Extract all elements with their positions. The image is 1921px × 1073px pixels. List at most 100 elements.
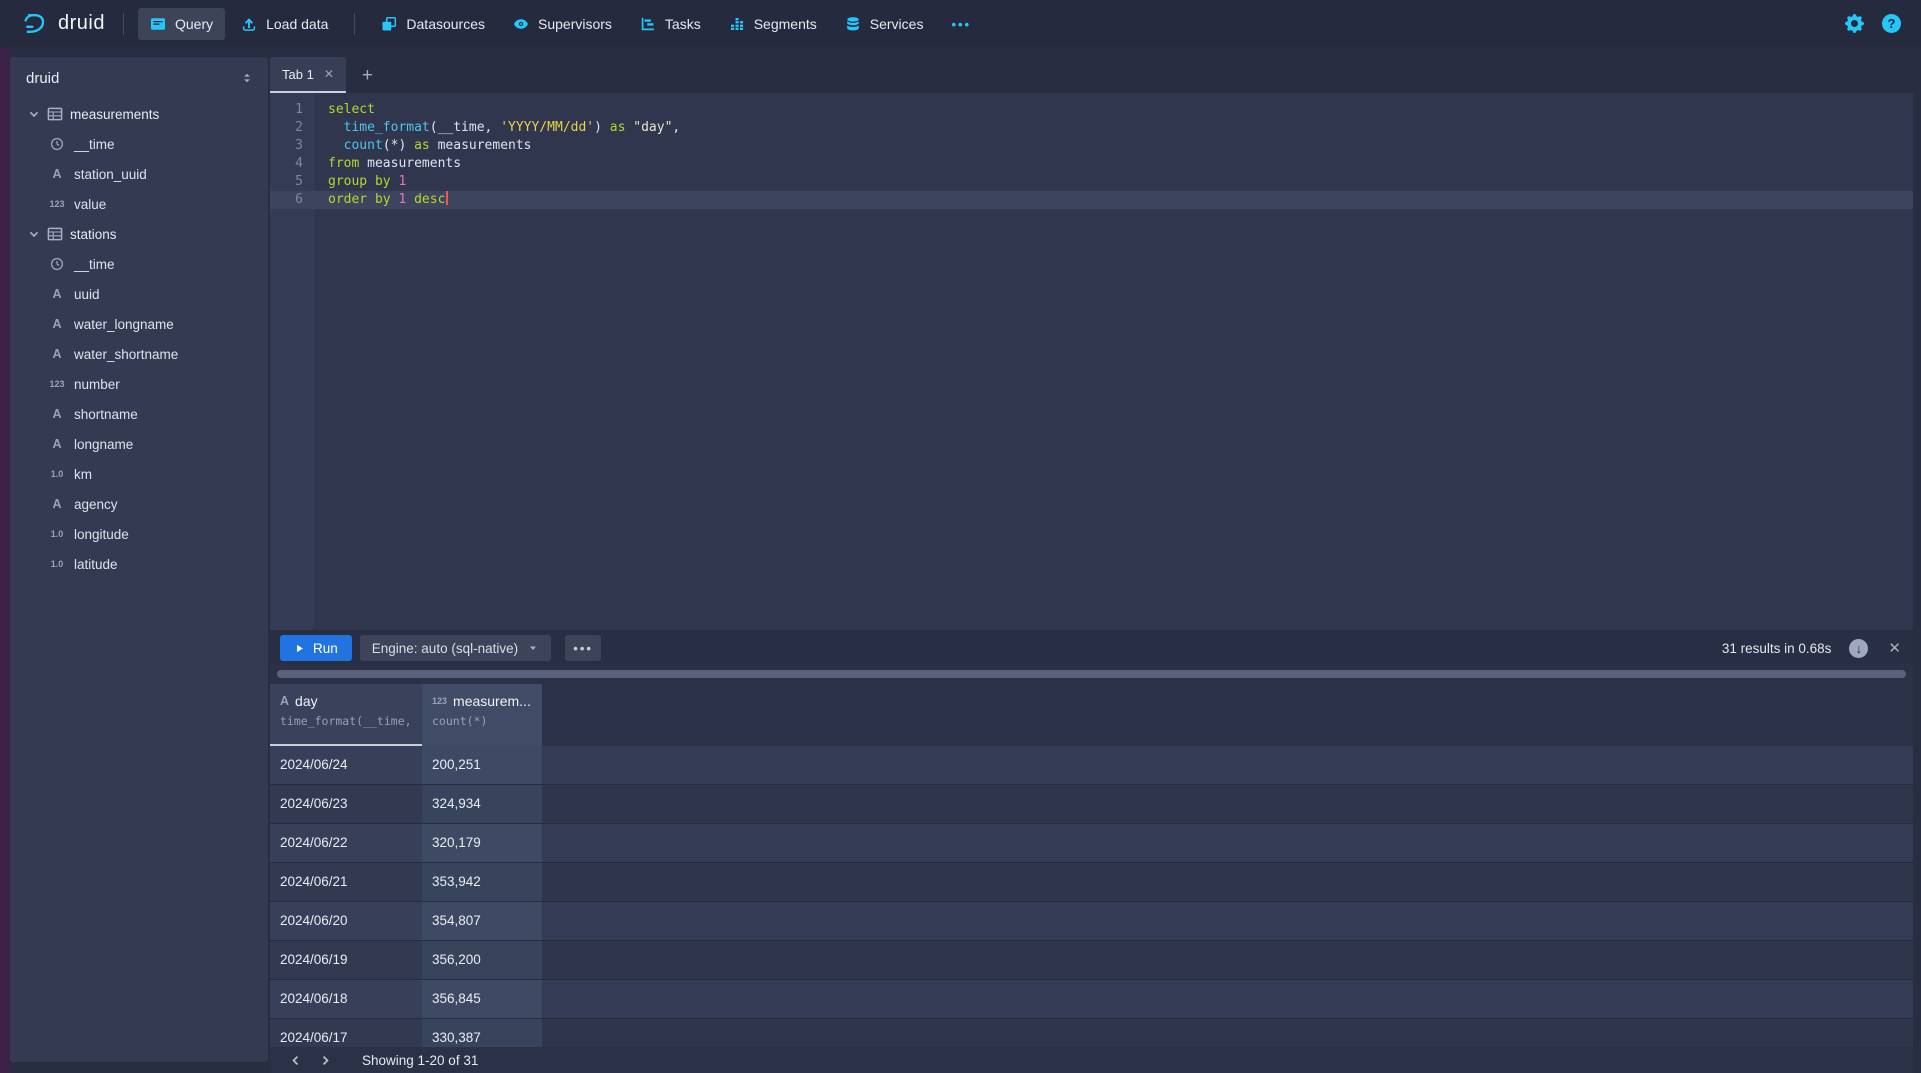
tab-query-1[interactable]: Tab 1 ✕ xyxy=(270,57,346,93)
segments-icon xyxy=(729,16,745,32)
navbar-items: Query Load data DatasourcesSupervisorsTask… xyxy=(111,8,985,40)
close-results-icon[interactable]: ✕ xyxy=(1888,639,1901,657)
cell-measurements: 354,807 xyxy=(422,902,542,940)
schema-sidebar: druid measurements__timeAstation_uuid123… xyxy=(10,57,268,1062)
download-icon[interactable]: ↓ xyxy=(1849,639,1868,658)
column-expression: time_format(__time, … xyxy=(280,714,412,728)
table-row[interactable]: 2024/06/18356,845 xyxy=(270,980,1913,1019)
schema-tree: measurements__timeAstation_uuid123values… xyxy=(10,99,268,579)
more-icon: ••• xyxy=(951,16,971,32)
column-name: value xyxy=(74,197,106,212)
table-row[interactable]: 2024/06/20354,807 xyxy=(270,902,1913,941)
sidebar-column-value[interactable]: 123value xyxy=(10,189,268,219)
column-header-2[interactable]: 123measurem...count(*) xyxy=(422,684,542,746)
text-cursor xyxy=(446,191,448,205)
sql-editor[interactable]: 123456 select time_format(__time, 'YYYY/… xyxy=(270,93,1913,630)
brand[interactable]: druid xyxy=(16,10,111,37)
column-name: station_uuid xyxy=(74,167,147,182)
next-page-button[interactable] xyxy=(310,1054,340,1067)
table-row[interactable]: 2024/06/23324,934 xyxy=(270,785,1913,824)
column-name: Aday xyxy=(280,693,412,709)
nav-item-label: Query xyxy=(175,16,213,32)
table-icon xyxy=(47,226,63,242)
schema-header: druid xyxy=(10,57,268,99)
add-tab-button[interactable]: + xyxy=(362,66,373,93)
tab-close-icon[interactable]: ✕ xyxy=(324,67,334,81)
sidebar-column-water_shortname[interactable]: Awater_shortname xyxy=(10,339,268,369)
string-type-icon: A xyxy=(44,347,70,361)
query-more-button[interactable]: ••• xyxy=(565,635,601,661)
nav-item-more[interactable]: ••• xyxy=(939,8,983,40)
nav-item-label: Load data xyxy=(266,16,328,32)
tab-bar: Tab 1 ✕ + xyxy=(270,57,1913,93)
sidebar-column-uuid[interactable]: Auuid xyxy=(10,279,268,309)
sidebar-column-number[interactable]: 123number xyxy=(10,369,268,399)
nav-item-services[interactable]: Services xyxy=(833,8,936,40)
table-row[interactable]: 2024/06/19356,200 xyxy=(270,941,1913,980)
horizontal-scrollbar xyxy=(270,664,1913,684)
sql-token: select xyxy=(328,102,375,117)
sidebar-column-__time[interactable]: __time xyxy=(10,129,268,159)
engine-select[interactable]: Engine: auto (sql-native) xyxy=(360,635,551,661)
sql-token: group by xyxy=(328,174,391,189)
nav-item-segments[interactable]: Segments xyxy=(717,8,829,40)
sql-token xyxy=(328,120,344,135)
sql-token xyxy=(406,192,414,207)
nav-help-button[interactable]: ? xyxy=(1882,14,1901,33)
sidebar-column-agency[interactable]: Aagency xyxy=(10,489,268,519)
druid-logo-icon xyxy=(22,10,49,37)
pagination-label: Showing 1-20 of 31 xyxy=(362,1053,478,1068)
sidebar-column-station_uuid[interactable]: Astation_uuid xyxy=(10,159,268,189)
gantt-icon xyxy=(640,16,656,32)
nav-item-tasks[interactable]: Tasks xyxy=(628,8,713,40)
results-body: 2024/06/24200,2512024/06/23324,9342024/0… xyxy=(270,746,1913,1073)
sql-token: 1 xyxy=(398,174,406,189)
sql-token: as xyxy=(610,120,626,135)
top-navbar: druid Query Load data DatasourcesSuperviso… xyxy=(0,0,1921,47)
sidebar-column-latitude[interactable]: 1.0latitude xyxy=(10,549,268,579)
sidebar-column-__time[interactable]: __time xyxy=(10,249,268,279)
double-caret-vertical-icon[interactable] xyxy=(240,71,254,85)
table-row[interactable]: 2024/06/24200,251 xyxy=(270,746,1913,785)
nav-settings-button[interactable] xyxy=(1845,14,1864,33)
nav-item-supervisors[interactable]: Supervisors xyxy=(501,8,624,40)
line-number: 5 xyxy=(270,173,314,191)
sidebar-column-shortname[interactable]: Ashortname xyxy=(10,399,268,429)
results-header-row: Aday time_format(__time, … 123measurem...c… xyxy=(270,684,1913,746)
table-row[interactable]: 2024/06/21353,942 xyxy=(270,863,1913,902)
table-row[interactable]: 2024/06/22320,179 xyxy=(270,824,1913,863)
column-name: agency xyxy=(74,497,118,512)
upload-icon xyxy=(241,16,257,32)
sidebar-table-measurements[interactable]: measurements xyxy=(10,99,268,129)
chevron-down-icon[interactable] xyxy=(28,108,40,120)
nav-item-datasources[interactable]: Datasources xyxy=(369,8,497,40)
nav-item-load-data[interactable]: Load data xyxy=(229,8,340,40)
sidebar-column-km[interactable]: 1.0km xyxy=(10,459,268,489)
run-button[interactable]: Run xyxy=(280,635,352,661)
navbar-right-icons: ? xyxy=(1845,14,1907,33)
tab-label: Tab 1 xyxy=(282,67,314,82)
column-header-1[interactable]: Aday time_format(__time, … xyxy=(270,684,422,746)
horizontal-scrollbar-thumb[interactable] xyxy=(277,670,1906,678)
results-panel: Run Engine: auto (sql-native) ••• 31 res… xyxy=(270,632,1913,1073)
prev-page-button[interactable] xyxy=(280,1054,310,1067)
column-name: water_longname xyxy=(74,317,174,332)
string-type-icon: A xyxy=(44,287,70,301)
string-type-icon: A xyxy=(280,694,289,708)
sql-token: (*) xyxy=(383,138,414,153)
eye-icon xyxy=(513,16,529,32)
sidebar-column-water_longname[interactable]: Awater_longname xyxy=(10,309,268,339)
sql-token: "day" xyxy=(633,120,672,135)
sidebar-column-longname[interactable]: Alongname xyxy=(10,429,268,459)
cell-measurements: 356,845 xyxy=(422,980,542,1018)
sidebar-table-stations[interactable]: stations xyxy=(10,219,268,249)
sql-token xyxy=(328,138,344,153)
cell-day: 2024/06/23 xyxy=(270,785,422,823)
run-button-label: Run xyxy=(313,641,338,656)
chevron-down-icon[interactable] xyxy=(28,228,40,240)
cell-measurements: 200,251 xyxy=(422,746,542,784)
editor-code[interactable]: select time_format(__time, 'YYYY/MM/dd')… xyxy=(314,93,1913,630)
sidebar-column-longitude[interactable]: 1.0longitude xyxy=(10,519,268,549)
code-line: count(*) as measurements xyxy=(314,137,1913,155)
nav-item-query[interactable]: Query xyxy=(138,8,225,40)
